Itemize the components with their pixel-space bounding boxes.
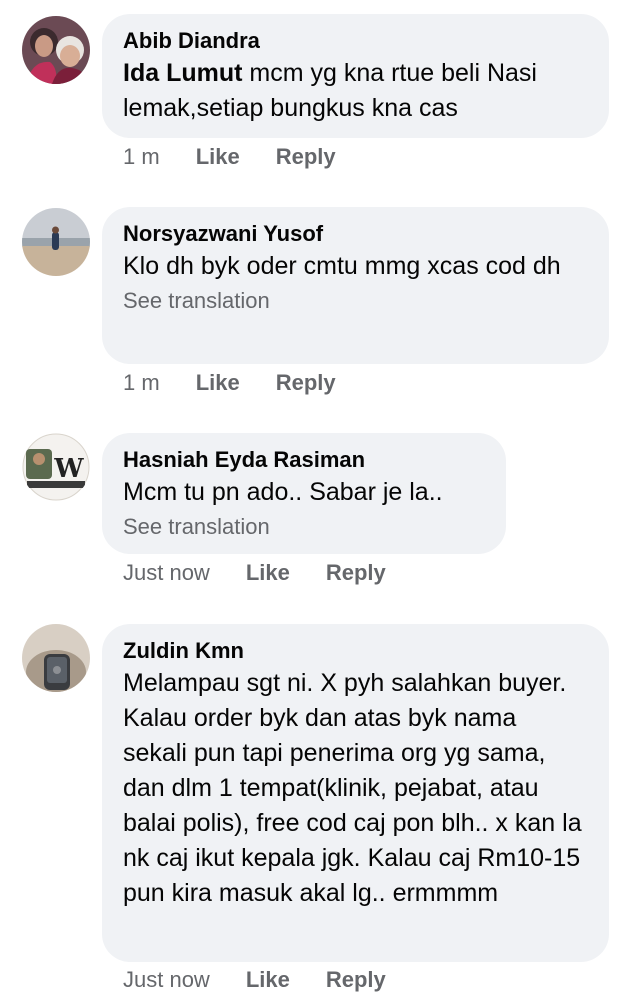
comment-bubble: Norsyazwani Yusof Klo dh byk oder cmtu m… (102, 207, 609, 364)
avatar[interactable] (22, 208, 90, 276)
see-translation-link[interactable]: See translation (123, 286, 587, 316)
comment-body: Mcm tu pn ado.. Sabar je la.. (123, 478, 443, 506)
comment-actions: 1 m Like Reply (123, 365, 372, 401)
comment-body: Klo dh byk oder cmtu mmg xcas cod dh (123, 252, 561, 280)
like-button[interactable]: Like (196, 370, 240, 396)
avatar[interactable] (22, 16, 90, 84)
comment-author[interactable]: Zuldin Kmn (123, 636, 587, 666)
comment-time[interactable]: Just now (123, 560, 210, 586)
comment-actions: 1 m Like Reply (123, 139, 372, 175)
comment-author[interactable]: Abib Diandra (123, 26, 587, 56)
reply-button[interactable]: Reply (326, 967, 386, 993)
like-button[interactable]: Like (246, 560, 290, 586)
tagged-user[interactable]: Ida Lumut (123, 59, 242, 87)
reply-button[interactable]: Reply (276, 370, 336, 396)
avatar[interactable]: W (22, 433, 90, 501)
comment-time[interactable]: 1 m (123, 370, 160, 396)
comment-bubble: Abib Diandra Ida Lumut mcm yg kna rtue b… (102, 14, 609, 138)
comment-text: Ida Lumut mcm yg kna rtue beli Nasi lema… (123, 56, 587, 126)
comment-time[interactable]: Just now (123, 967, 210, 993)
comment-bubble: Zuldin Kmn Melampau sgt ni. X pyh salahk… (102, 624, 609, 962)
comment-body: Melampau sgt ni. X pyh salahkan buyer. K… (123, 669, 582, 907)
avatar[interactable] (22, 624, 90, 692)
comment-actions: Just now Like Reply (123, 962, 422, 998)
like-button[interactable]: Like (196, 144, 240, 170)
comment-author[interactable]: Norsyazwani Yusof (123, 219, 587, 249)
see-translation-link[interactable]: See translation (123, 512, 484, 542)
comment-time[interactable]: 1 m (123, 144, 160, 170)
like-button[interactable]: Like (246, 967, 290, 993)
comment-author[interactable]: Hasniah Eyda Rasiman (123, 445, 484, 475)
comment-bubble: Hasniah Eyda Rasiman Mcm tu pn ado.. Sab… (102, 433, 506, 554)
reply-button[interactable]: Reply (276, 144, 336, 170)
comment-actions: Just now Like Reply (123, 555, 422, 591)
reply-button[interactable]: Reply (326, 560, 386, 586)
avatar-logo-letter: W (53, 454, 84, 484)
